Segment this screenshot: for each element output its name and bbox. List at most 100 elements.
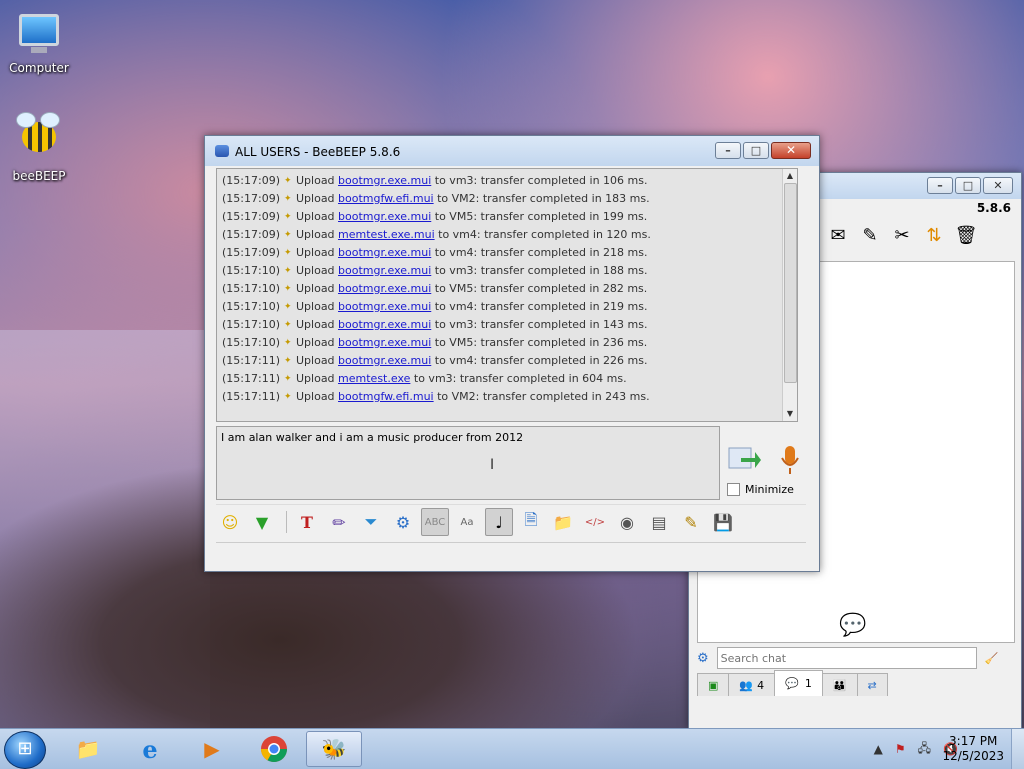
taskbar-beebeep[interactable]: 🐝 (306, 731, 362, 767)
file-link[interactable]: bootmgr.exe.mui (338, 336, 431, 349)
version-label: 5.8.6 (976, 201, 1011, 215)
html-icon[interactable]: </> (581, 508, 609, 536)
tab-groups[interactable]: 👪 (821, 673, 858, 696)
show-desktop-button[interactable] (1011, 729, 1024, 769)
chat-window-titlebar[interactable]: ALL USERS - BeeBEEP 5.8.6 – □ ✕ (205, 136, 819, 166)
taskbar: 📁 e ▶ 🐝 ▲ ⚑ 🖧 🔇 3:17 PM 12/5/2023 (0, 728, 1024, 769)
file-link[interactable]: bootmgr.exe.mui (338, 282, 431, 295)
color-icon[interactable]: ✏ (325, 508, 353, 536)
gear-icon[interactable]: ⚙ (697, 651, 709, 666)
flag-icon[interactable]: ⚑ (895, 742, 906, 756)
file-link[interactable]: bootmgr.exe.mui (338, 174, 431, 187)
minimize-checkbox-row[interactable]: Minimize (727, 483, 794, 496)
users-icon: 👥 (739, 678, 754, 692)
log-timestamp: (15:17:11) (222, 354, 280, 367)
log-detail: to vm3: transfer completed in 604 ms. (413, 372, 627, 385)
maximize-button[interactable]: □ (955, 177, 981, 194)
record-icon[interactable]: ◉ (613, 508, 641, 536)
file-link[interactable]: bootmgfw.efi.mui (338, 192, 434, 205)
upload-icon: ✦ (284, 392, 292, 402)
upload-icon: ✦ (284, 194, 292, 204)
log-timestamp: (15:17:09) (222, 210, 280, 223)
taskbar-chrome[interactable] (246, 731, 302, 767)
minimize-label: Minimize (745, 483, 794, 496)
tab-network[interactable]: ⇄ (856, 673, 888, 696)
log-entry: (15:17:10) ✦ Upload bootmgr.exe.mui to vm4… (217, 298, 797, 316)
tools-icon[interactable]: ✂ (889, 225, 915, 251)
tab-home[interactable]: ▣ (697, 673, 730, 696)
font-icon[interactable]: T (293, 508, 321, 536)
log-entry: (15:17:10) ✦ Upload bootmgr.exe.mui to VM5… (217, 280, 797, 298)
taskbar-media-player[interactable]: ▶ (184, 731, 240, 767)
taskbar-internet-explorer[interactable]: e (122, 731, 178, 767)
scroll-thumb[interactable] (784, 183, 797, 383)
send-button[interactable] (727, 444, 761, 474)
save-icon[interactable]: 💾 (709, 508, 737, 536)
notes-icon[interactable]: ✎ (677, 508, 705, 536)
chevron-up-icon[interactable]: ▲ (874, 742, 883, 756)
edit-icon[interactable]: ✎ (857, 225, 883, 251)
send-folder-icon[interactable]: 📁 (549, 508, 577, 536)
screenshot-icon[interactable]: ▤ (645, 508, 673, 536)
desktop-icon-beebeep[interactable]: beeBEEP (1, 112, 77, 183)
minimize-checkbox[interactable] (727, 483, 740, 496)
log-entry: (15:17:09) ✦ Upload bootmgr.exe.mui to vm4… (217, 244, 797, 262)
filter-icon[interactable]: ⏷ (357, 508, 385, 536)
file-link[interactable]: bootmgr.exe.mui (338, 300, 431, 313)
scroll-up-arrow-icon[interactable]: ▲ (783, 169, 797, 183)
message-input[interactable]: I am alan walker and i am a music produc… (216, 426, 720, 500)
spellcheck-icon[interactable]: ABC (421, 508, 449, 536)
file-link[interactable]: bootmgr.exe.mui (338, 210, 431, 223)
clock[interactable]: 3:17 PM 12/5/2023 (942, 734, 1004, 764)
trash-icon[interactable]: 🗑 (953, 225, 979, 251)
close-button[interactable]: ✕ (771, 142, 811, 159)
tab-chats[interactable]: 💬 1 (774, 670, 823, 696)
log-detail: to VM5: transfer completed in 236 ms. (434, 336, 648, 349)
text-format-icon[interactable]: Aa (453, 508, 481, 536)
log-detail: to vm3: transfer completed in 143 ms. (434, 318, 648, 331)
log-entry: (15:17:11) ✦ Upload bootmgr.exe.mui to vm4… (217, 352, 797, 370)
chevron-down-icon[interactable]: ▼ (248, 508, 276, 536)
send-file-icon[interactable]: 🗎 (517, 508, 545, 536)
file-link[interactable]: memtest.exe (338, 372, 410, 385)
close-button[interactable]: ✕ (983, 177, 1013, 194)
computer-icon (17, 14, 61, 58)
file-link[interactable]: bootmgr.exe.mui (338, 246, 431, 259)
tab-users[interactable]: 👥 4 (728, 673, 776, 696)
file-link[interactable]: bootmgr.exe.mui (338, 354, 431, 367)
music-note-icon[interactable]: ♩ (485, 508, 513, 536)
search-row: ⚙ 🧹 (697, 645, 1013, 671)
file-link[interactable]: bootmgfw.efi.mui (338, 390, 434, 403)
chat-log[interactable]: (15:17:09) ✦ Upload bootmgr.exe.mui to vm3… (216, 168, 798, 422)
maximize-button[interactable]: □ (743, 142, 769, 159)
start-button[interactable] (4, 731, 46, 769)
voice-message-button[interactable] (779, 444, 801, 476)
chat-bubble-icon: 💬 (839, 613, 867, 638)
upload-icon: ✦ (284, 338, 292, 348)
taskbar-explorer[interactable]: 📁 (60, 731, 116, 767)
network-icon[interactable]: 🖧 (918, 739, 931, 760)
media-player-icon: ▶ (204, 737, 220, 761)
file-link[interactable]: bootmgr.exe.mui (338, 318, 431, 331)
update-icon[interactable]: ⇅ (921, 225, 947, 251)
emoticon-icon[interactable]: ☺ (216, 508, 244, 536)
vote-icon[interactable]: ✉ (825, 225, 851, 251)
desktop-icon-computer[interactable]: Computer (1, 10, 77, 75)
scroll-down-arrow-icon[interactable]: ▼ (783, 407, 797, 421)
bee-icon (16, 112, 61, 166)
file-link[interactable]: bootmgr.exe.mui (338, 264, 431, 277)
settings-icon[interactable]: ⚙ (389, 508, 417, 536)
broom-icon[interactable]: 🧹 (985, 652, 999, 665)
log-action: Upload (296, 246, 335, 259)
log-action: Upload (296, 354, 335, 367)
minimize-button[interactable]: – (927, 177, 953, 194)
groups-icon: 👪 (832, 678, 847, 692)
file-link[interactable]: memtest.exe.mui (338, 228, 435, 241)
search-input[interactable] (716, 647, 977, 669)
log-scrollbar[interactable]: ▲ ▼ (782, 169, 797, 421)
log-timestamp: (15:17:09) (222, 246, 280, 259)
log-entry: (15:17:09) ✦ Upload bootmgr.exe.mui to vm3… (217, 172, 797, 190)
minimize-button[interactable]: – (715, 142, 741, 159)
window-title: ALL USERS - BeeBEEP 5.8.6 (235, 145, 401, 159)
log-action: Upload (296, 228, 335, 241)
